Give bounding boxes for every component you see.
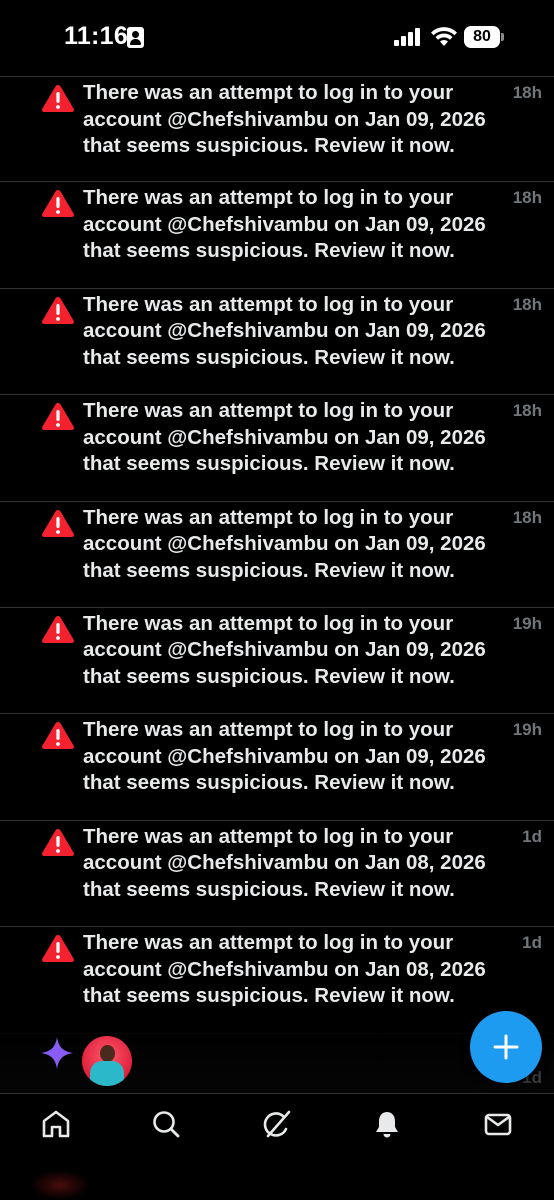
tab-search[interactable]: [146, 1108, 186, 1144]
notification-text: There was an attempt to log in to your a…: [83, 81, 486, 157]
warning-triangle-icon: [41, 401, 75, 431]
warning-triangle-icon: [41, 188, 75, 218]
warning-triangle-icon: [41, 614, 75, 644]
battery-indicator: 80: [464, 26, 500, 48]
tab-home[interactable]: [36, 1108, 76, 1144]
notification-time: 19h: [512, 613, 542, 633]
warning-triangle-icon: [41, 827, 75, 857]
battery-cap: [501, 33, 504, 41]
notification-list: There was an attempt to log in to your a…: [0, 76, 554, 1034]
notification-item[interactable]: There was an attempt to log in to your a…: [0, 182, 554, 289]
notification-text: There was an attempt to log in to your a…: [83, 931, 486, 1008]
grok-slash-icon: [263, 1110, 291, 1138]
compose-button[interactable]: [470, 1011, 542, 1083]
notification-text: There was an attempt to log in to your a…: [83, 292, 486, 369]
notification-text: There was an attempt to log in to your a…: [83, 505, 486, 582]
notification-time: 18h: [512, 401, 542, 421]
notification-time: 18h: [512, 83, 542, 102]
notification-text: There was an attempt to log in to your a…: [83, 718, 486, 795]
notification-item[interactable]: There was an attempt to log in to your a…: [0, 76, 554, 183]
search-icon: [153, 1111, 180, 1138]
notification-item[interactable]: There was an attempt to log in to your a…: [0, 395, 554, 502]
warning-triangle-icon: [41, 508, 75, 538]
mail-icon: [484, 1113, 512, 1136]
notification-time: 19h: [512, 720, 542, 740]
status-time: 11:16: [64, 22, 129, 50]
notification-item[interactable]: There was an attempt to log in to your a…: [0, 289, 554, 396]
notification-time: 1d: [522, 826, 542, 846]
grok-sparkle-icon[interactable]: [40, 1036, 74, 1070]
bottom-glow: [30, 1170, 90, 1200]
notification-item[interactable]: There was an attempt to log in to your a…: [0, 927, 554, 1034]
notifications-screen: 11:16 80 There was an attempt to log in …: [0, 0, 554, 1200]
notification-text: There was an attempt to log in to your a…: [83, 399, 486, 476]
tab-grok[interactable]: [257, 1108, 297, 1144]
wifi-icon: [431, 27, 457, 46]
account-avatar[interactable]: [82, 1036, 132, 1086]
notification-item[interactable]: There was an attempt to log in to your a…: [0, 502, 554, 608]
notification-item[interactable]: There was an attempt to log in to your a…: [0, 714, 554, 821]
bell-icon: [376, 1112, 398, 1138]
notification-time: 18h: [512, 188, 542, 208]
notification-time: 18h: [512, 294, 542, 314]
status-bar: 11:16 80: [0, 0, 554, 76]
warning-triangle-icon: [41, 83, 75, 113]
warning-triangle-icon: [41, 933, 75, 963]
plus-icon: [493, 1034, 519, 1060]
notification-time: 1d: [522, 933, 542, 953]
focus-mode-icon: [127, 27, 144, 48]
warning-triangle-icon: [41, 295, 75, 325]
notification-text: There was an attempt to log in to your a…: [83, 611, 486, 688]
home-icon: [42, 1110, 70, 1138]
warning-triangle-icon: [41, 720, 75, 750]
cellular-signal-icon: [394, 28, 422, 46]
notification-text: There was an attempt to log in to your a…: [83, 186, 486, 263]
notification-item[interactable]: There was an attempt to log in to your a…: [0, 608, 554, 715]
notification-text: There was an attempt to log in to your a…: [83, 824, 486, 901]
tab-messages[interactable]: [478, 1108, 518, 1144]
notification-time: 18h: [512, 507, 542, 527]
notification-item[interactable]: There was an attempt to log in to your a…: [0, 821, 554, 928]
tab-notifications[interactable]: [367, 1108, 407, 1144]
